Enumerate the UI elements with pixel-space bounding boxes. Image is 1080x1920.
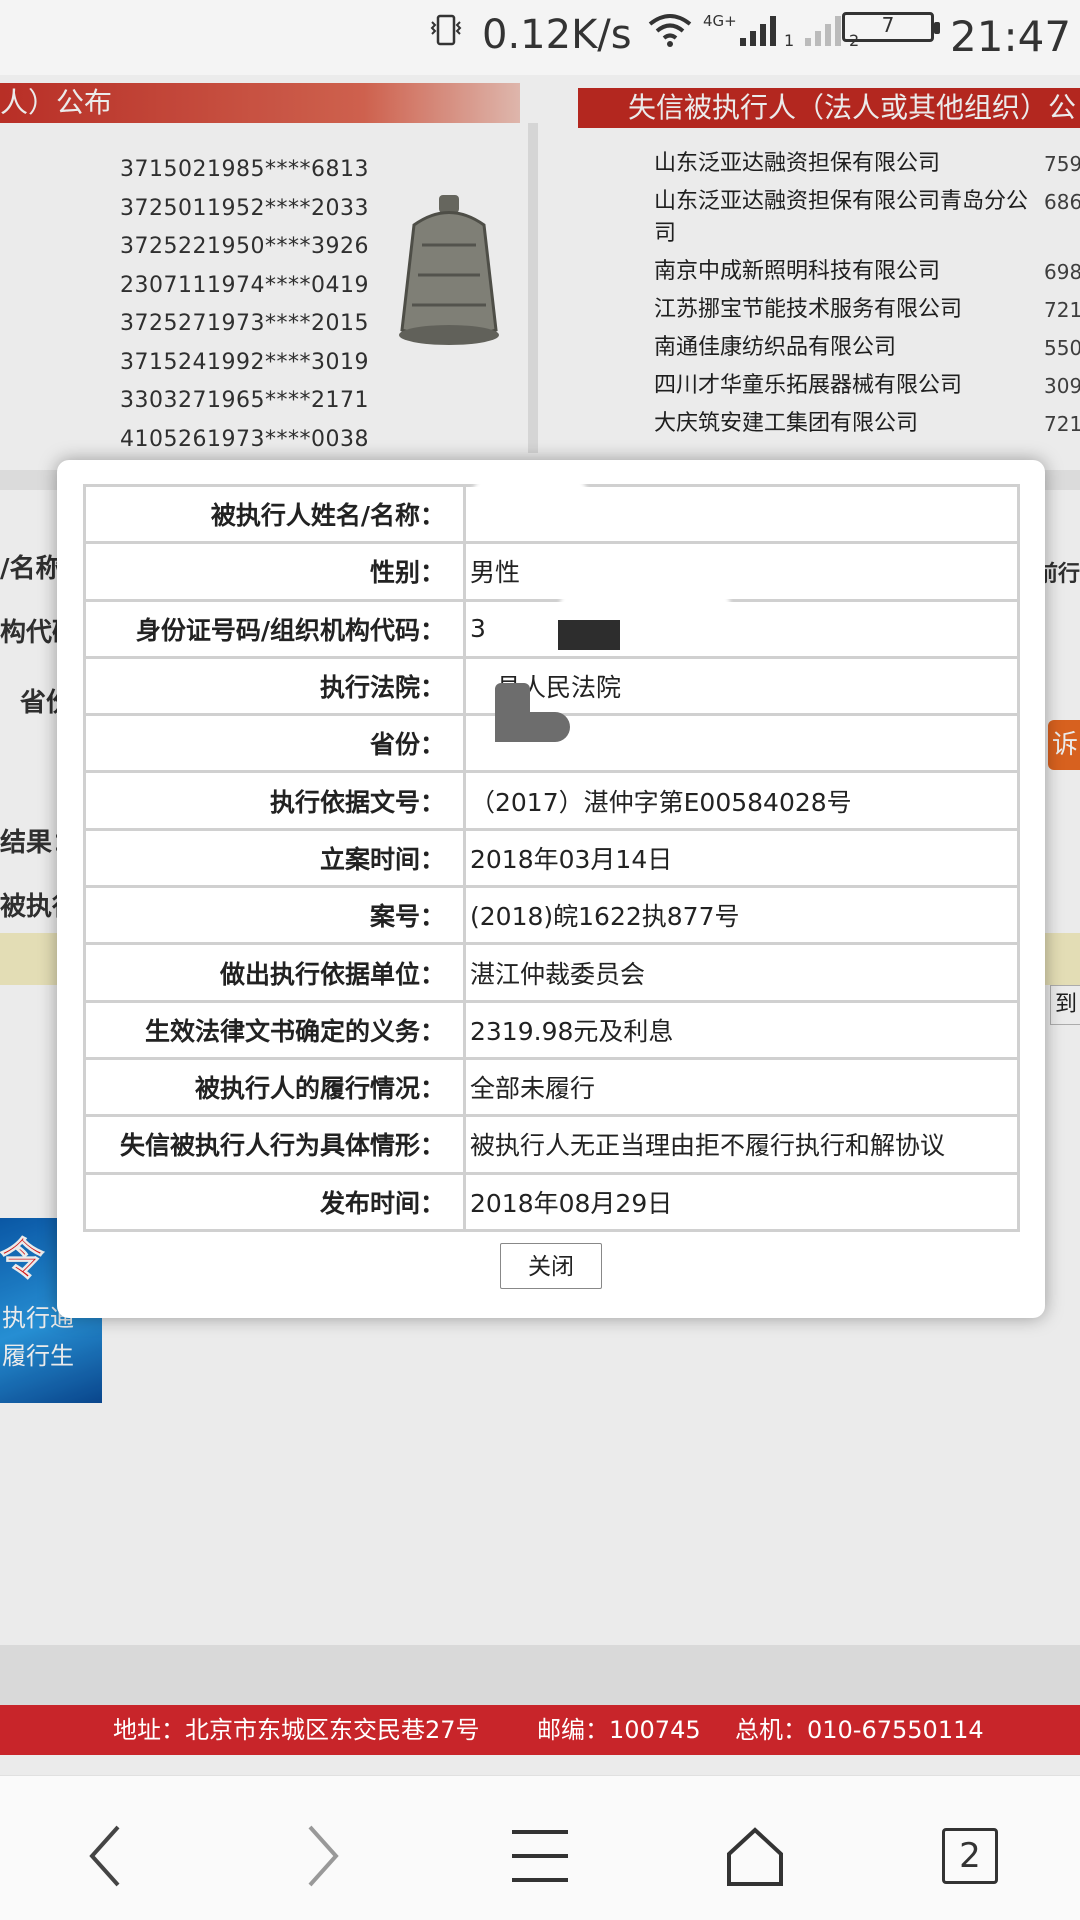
redaction-mark <box>470 472 590 532</box>
org-list-panel: 山东泛亚达融资担保有限公司7591 山东泛亚达融资担保有限公司青岛分公司6867… <box>578 128 1080 453</box>
query-button[interactable]: 诉 <box>1048 720 1080 770</box>
site-footer: 地址：北京市东城区东交民巷27号 邮编：100745 总机：010-675501… <box>0 1705 1080 1755</box>
home-icon <box>727 1827 783 1886</box>
back-button[interactable] <box>65 1816 145 1896</box>
footer-phone: 总机：010-67550114 <box>735 1716 984 1744</box>
row-value: （2017）湛仲字第E00584028号 <box>463 770 1020 831</box>
goto-button[interactable]: 到 <box>1050 985 1080 1025</box>
list-item[interactable]: 3715021985****6813 <box>120 151 369 190</box>
row-label: 被执行人姓名/名称： <box>83 483 466 545</box>
org-list-banner: 失信被执行人（法人或其他组织）公 <box>578 88 1080 128</box>
list-item[interactable]: 4105261973****0038 <box>120 421 369 454</box>
page-bottom-band <box>0 1645 1080 1705</box>
promo-title: 令 <box>0 1234 45 1286</box>
row-label: 身份证号码/组织机构代码： <box>83 598 466 659</box>
svg-text:1: 1 <box>784 31 794 48</box>
table-row: 身份证号码/组织机构代码： 3 <box>83 598 1020 659</box>
row-value: 被执行人无正当理由拒不履行执行和解协议 <box>463 1114 1020 1175</box>
battery-icon: 7 <box>842 12 940 42</box>
list-item[interactable]: 3725221950****3926 <box>120 228 369 267</box>
row-value: 县人民法院 <box>463 655 1020 717</box>
table-row: 执行法院： 县人民法院 <box>83 655 1020 717</box>
list-item[interactable]: 四川才华童乐拓展器械有限公司3094 <box>654 370 1080 402</box>
home-button[interactable] <box>715 1816 795 1896</box>
list-item[interactable]: 3725271973****2015 <box>120 305 369 344</box>
person-list-banner: 人）公布 <box>0 83 520 123</box>
row-value: 2018年03月14日 <box>463 827 1020 889</box>
vibrate-icon <box>430 14 462 46</box>
person-list-panel: 3715021985****6813 3725011952****2033 37… <box>0 123 538 453</box>
table-row: 生效法律文书确定的义务： 2319.98元及利息 <box>83 999 1020 1060</box>
list-item[interactable]: 南京中成新照明科技有限公司6983 <box>654 256 1080 288</box>
list-item[interactable]: 山东泛亚达融资担保有限公司7591 <box>654 148 1080 180</box>
tabs-button[interactable]: 2 <box>930 1816 1010 1896</box>
row-value: 2319.98元及利息 <box>463 999 1020 1060</box>
tab-count: 2 <box>942 1828 998 1884</box>
row-label: 执行法院： <box>83 655 466 717</box>
company-list: 山东泛亚达融资担保有限公司7591 山东泛亚达融资担保有限公司青岛分公司6867… <box>654 148 1080 440</box>
table-row: 案号： (2018)皖1622执877号 <box>83 885 1020 946</box>
list-item[interactable]: 山东泛亚达融资担保有限公司青岛分公司6867 <box>654 186 1080 250</box>
status-bar: 0.12K/s 4G+ 1 2 7 21:47 <box>0 0 1080 75</box>
row-label: 省份： <box>83 713 466 774</box>
row-value: (2018)皖1622执877号 <box>463 885 1020 946</box>
row-label: 案号： <box>83 885 466 946</box>
table-row: 做出执行依据单位： 湛江仲裁委员会 <box>83 942 1020 1003</box>
net-speed: 0.12K/s <box>482 12 632 58</box>
row-value: 3 <box>463 598 1020 659</box>
chevron-right-icon <box>308 1825 339 1887</box>
list-item[interactable]: 大庆筑安建工集团有限公司7213 <box>654 408 1080 440</box>
row-value: 湛江仲裁委员会 <box>463 942 1020 1003</box>
close-button[interactable]: 关闭 <box>500 1243 602 1289</box>
row-label: 立案时间： <box>83 827 466 889</box>
list-item[interactable]: 南通佳康纺织品有限公司5502 <box>654 332 1080 364</box>
detail-dialog: 被执行人姓名/名称： 性别： 男性 身份证号码/组织机构代码： 3 执行法院： 县人民… <box>57 460 1045 1318</box>
redaction-mark <box>495 712 570 742</box>
row-label: 失信被执行人行为具体情形： <box>83 1114 466 1175</box>
detail-table: 被执行人姓名/名称： 性别： 男性 身份证号码/组织机构代码： 3 执行法院： 县人民… <box>83 483 1020 1232</box>
list-item[interactable]: 3715241992****3019 <box>120 344 369 383</box>
row-label: 做出执行依据单位： <box>83 942 466 1003</box>
browser-nav-bar: 2 <box>0 1775 1080 1920</box>
list-item[interactable]: 江苏挪宝节能技术服务有限公司7217 <box>654 294 1080 326</box>
redaction-mark <box>558 620 620 650</box>
row-label: 执行依据文号： <box>83 770 466 831</box>
footer-postcode: 邮编：100745 <box>537 1716 701 1744</box>
id-number-list: 3715021985****6813 3725011952****2033 37… <box>120 151 369 453</box>
name-label: /名称 <box>0 554 62 584</box>
network-type: 4G+ <box>703 12 737 30</box>
table-row: 发布时间： 2018年08月29日 <box>83 1171 1020 1232</box>
list-item[interactable]: 2307111974****0419 <box>120 267 369 306</box>
list-item[interactable]: 3725011952****2033 <box>120 190 369 229</box>
row-label: 发布时间： <box>83 1171 466 1232</box>
table-row: 执行依据文号： （2017）湛仲字第E00584028号 <box>83 770 1020 831</box>
footer-address: 地址：北京市东城区东交民巷27号 <box>113 1716 480 1744</box>
row-value: 全部未履行 <box>463 1056 1020 1118</box>
row-value: 男性 <box>463 541 1020 602</box>
table-row: 失信被执行人行为具体情形： 被执行人无正当理由拒不履行执行和解协议 <box>83 1114 1020 1175</box>
battery-level: 7 <box>881 13 895 37</box>
redaction-mark <box>560 592 730 616</box>
bell-image <box>399 195 499 345</box>
row-label: 被执行人的履行情况： <box>83 1056 466 1118</box>
list-item[interactable]: 3303271965****2171 <box>120 382 369 421</box>
table-row: 被执行人的履行情况： 全部未履行 <box>83 1056 1020 1118</box>
menu-icon <box>512 1830 568 1882</box>
forward-button[interactable] <box>283 1816 363 1896</box>
clock: 21:47 <box>950 12 1072 61</box>
chevron-left-icon <box>89 1825 120 1887</box>
row-label: 生效法律文书确定的义务： <box>83 999 466 1060</box>
table-row: 性别： 男性 <box>83 541 1020 602</box>
promo-line: 履行生 <box>2 1342 74 1370</box>
table-row: 立案时间： 2018年03月14日 <box>83 827 1020 889</box>
menu-button[interactable] <box>500 1816 580 1896</box>
wifi-icon <box>648 14 692 47</box>
row-value: 2018年08月29日 <box>463 1171 1020 1232</box>
row-label: 性别： <box>83 541 466 602</box>
signal-sim1-icon: 1 <box>740 16 794 48</box>
